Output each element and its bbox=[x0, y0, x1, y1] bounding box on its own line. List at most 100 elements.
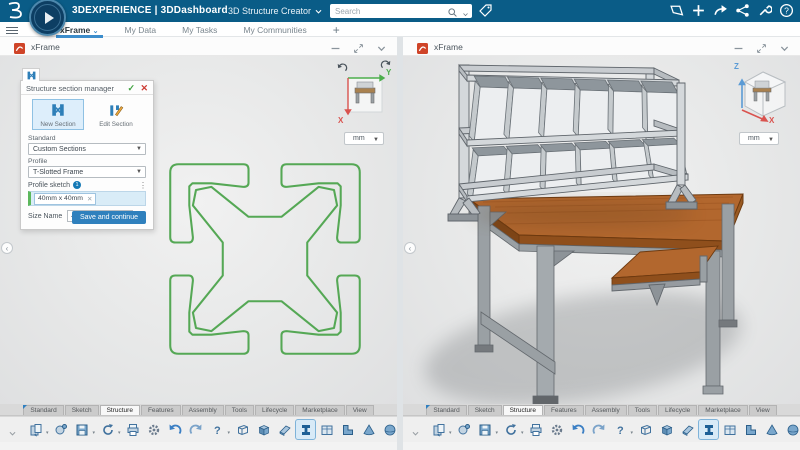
search-input[interactable] bbox=[335, 5, 435, 17]
help-dropdown-caret[interactable]: ▾ bbox=[228, 430, 231, 436]
nav-tab-xframe[interactable]: xFrame ⌄ bbox=[60, 22, 99, 37]
frame-window-icon[interactable] bbox=[720, 420, 739, 439]
tools-icon[interactable] bbox=[757, 3, 772, 18]
ribbon-tab-structure[interactable]: Structure bbox=[503, 405, 543, 415]
solid-cube-icon[interactable] bbox=[254, 420, 273, 439]
model-viewport[interactable]: Z X mm▼ ‹ bbox=[403, 56, 800, 404]
share-arrow-icon[interactable] bbox=[713, 3, 728, 18]
actionbar-collapse-icon[interactable] bbox=[411, 425, 420, 443]
profile-sketch-field[interactable]: 40mm x 40mm✕ bbox=[28, 191, 146, 206]
profile-select[interactable]: T-Slotted Frame▼ bbox=[28, 166, 146, 178]
save-icon[interactable] bbox=[73, 420, 92, 439]
nav-tab-my-communities[interactable]: My Communities bbox=[243, 22, 306, 37]
frame-window-icon[interactable] bbox=[317, 420, 336, 439]
nav-tab-my-data[interactable]: My Data bbox=[125, 22, 157, 37]
search-options-chevron-icon[interactable] bbox=[462, 11, 469, 18]
update-icon[interactable] bbox=[501, 420, 520, 439]
standard-select[interactable]: Custom Sections▼ bbox=[28, 143, 146, 155]
cone-icon[interactable] bbox=[359, 420, 378, 439]
ribbon-tab-features[interactable]: Features bbox=[141, 405, 181, 415]
save-dropdown-caret[interactable]: ▾ bbox=[496, 430, 499, 436]
ribbon-tab-lifecycle[interactable]: Lifecycle bbox=[255, 405, 294, 415]
print-icon[interactable] bbox=[527, 420, 546, 439]
save-dropdown-caret[interactable]: ▾ bbox=[93, 430, 96, 436]
orientation-cube-widget[interactable]: Z X bbox=[733, 64, 793, 128]
collapse-chevron-icon[interactable] bbox=[376, 41, 387, 52]
print-icon[interactable] bbox=[124, 420, 143, 439]
sketch-selection-chip[interactable]: 40mm x 40mm✕ bbox=[34, 193, 96, 205]
update-icon[interactable] bbox=[98, 420, 117, 439]
panel-icon[interactable] bbox=[678, 420, 697, 439]
app-title[interactable]: 3D Structure Creator bbox=[228, 6, 323, 16]
edit-section-button[interactable]: Edit Section bbox=[90, 99, 142, 130]
ribbon-tab-tools[interactable]: Tools bbox=[225, 405, 254, 415]
frame-box-icon[interactable] bbox=[233, 420, 252, 439]
sphere-icon[interactable] bbox=[380, 420, 399, 439]
actionbar-collapse-icon[interactable] bbox=[8, 425, 17, 443]
confirm-check-icon[interactable]: ✓ bbox=[127, 83, 135, 94]
ribbon-tab-features[interactable]: Features bbox=[544, 405, 584, 415]
solid-cube-icon[interactable] bbox=[657, 420, 676, 439]
undo-icon[interactable] bbox=[569, 420, 588, 439]
paste-icon[interactable] bbox=[26, 420, 45, 439]
ribbon-tab-assembly[interactable]: Assembly bbox=[182, 405, 224, 415]
ribbon-tab-standard[interactable]: Standard bbox=[426, 405, 466, 415]
ribbon-tab-sketch[interactable]: Sketch bbox=[468, 405, 502, 415]
kebab-menu-icon[interactable]: ⋮ bbox=[139, 181, 147, 190]
ribbon-tab-marketplace[interactable]: Marketplace bbox=[295, 405, 344, 415]
dialog-tab-icon[interactable] bbox=[22, 68, 40, 81]
help-circle-icon[interactable] bbox=[779, 3, 794, 18]
update-dropdown-caret[interactable]: ▾ bbox=[118, 430, 121, 436]
paste-dropdown-caret[interactable]: ▾ bbox=[449, 430, 452, 436]
nav-tab-my-tasks[interactable]: My Tasks bbox=[182, 22, 217, 37]
search-icon[interactable] bbox=[447, 7, 458, 18]
beam-icon[interactable] bbox=[296, 420, 315, 439]
profile-sketch[interactable] bbox=[162, 156, 368, 362]
expand-icon[interactable] bbox=[353, 41, 364, 52]
notifications-icon[interactable] bbox=[669, 3, 684, 18]
expand-icon[interactable] bbox=[756, 41, 767, 52]
tag-navigator-icon[interactable] bbox=[478, 3, 494, 19]
ribbon-tab-tools[interactable]: Tools bbox=[628, 405, 657, 415]
collapse-chevron-icon[interactable] bbox=[779, 41, 790, 52]
ribbon-tab-marketplace[interactable]: Marketplace bbox=[698, 405, 747, 415]
paste-dropdown-caret[interactable]: ▾ bbox=[46, 430, 49, 436]
undo-icon[interactable] bbox=[166, 420, 185, 439]
help-dropdown-caret[interactable]: ▾ bbox=[631, 430, 634, 436]
ribbon-tab-assembly[interactable]: Assembly bbox=[585, 405, 627, 415]
redo-icon[interactable] bbox=[590, 420, 609, 439]
close-icon[interactable]: ✕ bbox=[140, 83, 148, 94]
beam-icon[interactable] bbox=[699, 420, 718, 439]
redo-icon[interactable] bbox=[187, 420, 206, 439]
ribbon-tab-sketch[interactable]: Sketch bbox=[65, 405, 99, 415]
help-icon[interactable] bbox=[208, 420, 227, 439]
frame-box-icon[interactable] bbox=[636, 420, 655, 439]
manipulate-icon[interactable] bbox=[52, 420, 71, 439]
sphere-icon[interactable] bbox=[783, 420, 800, 439]
manipulate-icon[interactable] bbox=[455, 420, 474, 439]
ribbon-tab-view[interactable]: View bbox=[749, 405, 777, 415]
bracket-icon[interactable] bbox=[741, 420, 760, 439]
panel-edge-collapse-handle[interactable]: ‹ bbox=[404, 242, 416, 254]
sketch-viewport[interactable]: Structure section manager ✓ ✕ New Sectio… bbox=[0, 56, 397, 404]
ribbon-tab-structure[interactable]: Structure bbox=[100, 405, 140, 415]
bracket-icon[interactable] bbox=[338, 420, 357, 439]
add-tab-button[interactable]: + bbox=[333, 22, 340, 37]
share-network-icon[interactable] bbox=[735, 3, 750, 18]
panel-icon[interactable] bbox=[275, 420, 294, 439]
save-icon[interactable] bbox=[476, 420, 495, 439]
settings-gear-icon[interactable] bbox=[145, 420, 164, 439]
minimize-icon[interactable] bbox=[330, 41, 341, 52]
ribbon-tab-lifecycle[interactable]: Lifecycle bbox=[658, 405, 697, 415]
save-and-continue-button[interactable]: Save and continue bbox=[72, 211, 146, 224]
panel-edge-collapse-handle[interactable]: ‹ bbox=[1, 242, 13, 254]
minimize-icon[interactable] bbox=[733, 41, 744, 52]
ribbon-tab-view[interactable]: View bbox=[346, 405, 374, 415]
chip-remove-icon[interactable]: ✕ bbox=[87, 195, 92, 203]
cone-icon[interactable] bbox=[762, 420, 781, 439]
new-section-button[interactable]: New Section bbox=[32, 99, 84, 130]
settings-gear-icon[interactable] bbox=[548, 420, 567, 439]
help-icon[interactable] bbox=[611, 420, 630, 439]
update-dropdown-caret[interactable]: ▾ bbox=[521, 430, 524, 436]
units-select[interactable]: mm▼ bbox=[739, 132, 779, 145]
